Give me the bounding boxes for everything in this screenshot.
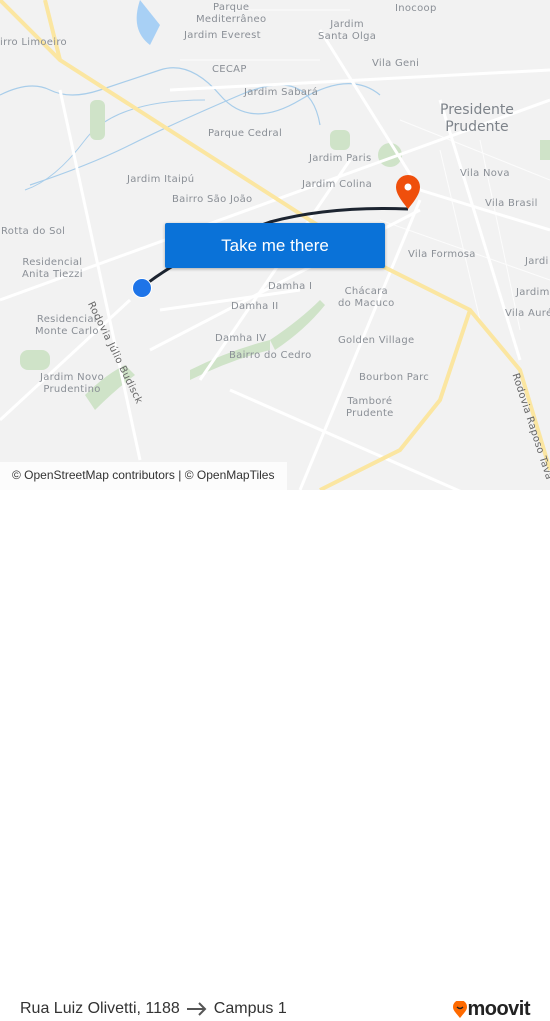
map-label: Parque Mediterrâneo (196, 2, 267, 25)
map-label: Jardim Itaipú (127, 174, 195, 185)
moovit-wordmark: moovit (467, 998, 530, 1020)
map-label: Damha I (268, 281, 313, 292)
map-label: Bourbon Parc (359, 372, 430, 383)
map-label: Jardim Sabará (244, 87, 319, 98)
map-label: Jardim (516, 287, 550, 298)
map[interactable]: Parque Mediterrâneo Inocoop Jardim Evere… (0, 0, 550, 490)
footer: Rua Luiz Olivetti, 1188 Campus 1 moovit (0, 490, 550, 1020)
map-label: Damha II (231, 301, 279, 312)
map-label: Chácara do Macuco (338, 286, 395, 309)
lake (136, 0, 160, 45)
map-label: Golden Village (338, 335, 415, 346)
map-label: Bairro do Cedro (229, 350, 312, 361)
map-label: Rotta do Sol (1, 226, 66, 237)
map-label: Bairro São João (172, 194, 253, 205)
city-label: Presidente Prudente (440, 102, 514, 135)
map-label: Residencial Anita Tiezzi (22, 257, 83, 280)
arrow-right-icon (186, 1002, 207, 1016)
route-summary: Rua Luiz Olivetti, 1188 Campus 1 (20, 1000, 287, 1018)
map-label: Jardim Paris (309, 153, 372, 164)
map-label: Vila Formosa (408, 249, 476, 260)
origin-name: Rua Luiz Olivetti, 1188 (20, 1000, 180, 1017)
map-label: Jardim Novo Prudentino (40, 372, 104, 395)
map-label: Jardim Everest (184, 30, 261, 41)
moovit-pin-icon (453, 1000, 468, 1018)
map-label: Vila Auréli (505, 308, 550, 319)
map-label: Vila Brasil (485, 198, 538, 209)
map-label: Vila Nova (460, 168, 510, 179)
map-label: Jardi (525, 256, 549, 267)
map-label: Residencial Monte Carlo (35, 314, 99, 337)
map-label: CECAP (212, 64, 247, 75)
origin-marker (133, 279, 151, 297)
map-label: irro Limoeiro (0, 37, 67, 48)
map-label: Damha IV (215, 333, 267, 344)
map-label: Parque Cedral (208, 128, 283, 139)
map-label: Vila Geni (372, 58, 420, 69)
map-label: Inocoop (395, 3, 437, 14)
map-label: Jardim Santa Olga (318, 19, 377, 42)
destination-name: Campus 1 (213, 1000, 287, 1017)
take-me-there-button[interactable]: Take me there (165, 223, 385, 268)
map-label: Tamboré Prudente (346, 396, 394, 419)
river (0, 67, 381, 115)
moovit-logo: moovit (453, 998, 530, 1021)
map-pin-icon (396, 175, 420, 209)
map-attribution[interactable]: © OpenStreetMap contributors | © OpenMap… (0, 462, 287, 490)
map-label: Jardim Colina (302, 179, 373, 190)
